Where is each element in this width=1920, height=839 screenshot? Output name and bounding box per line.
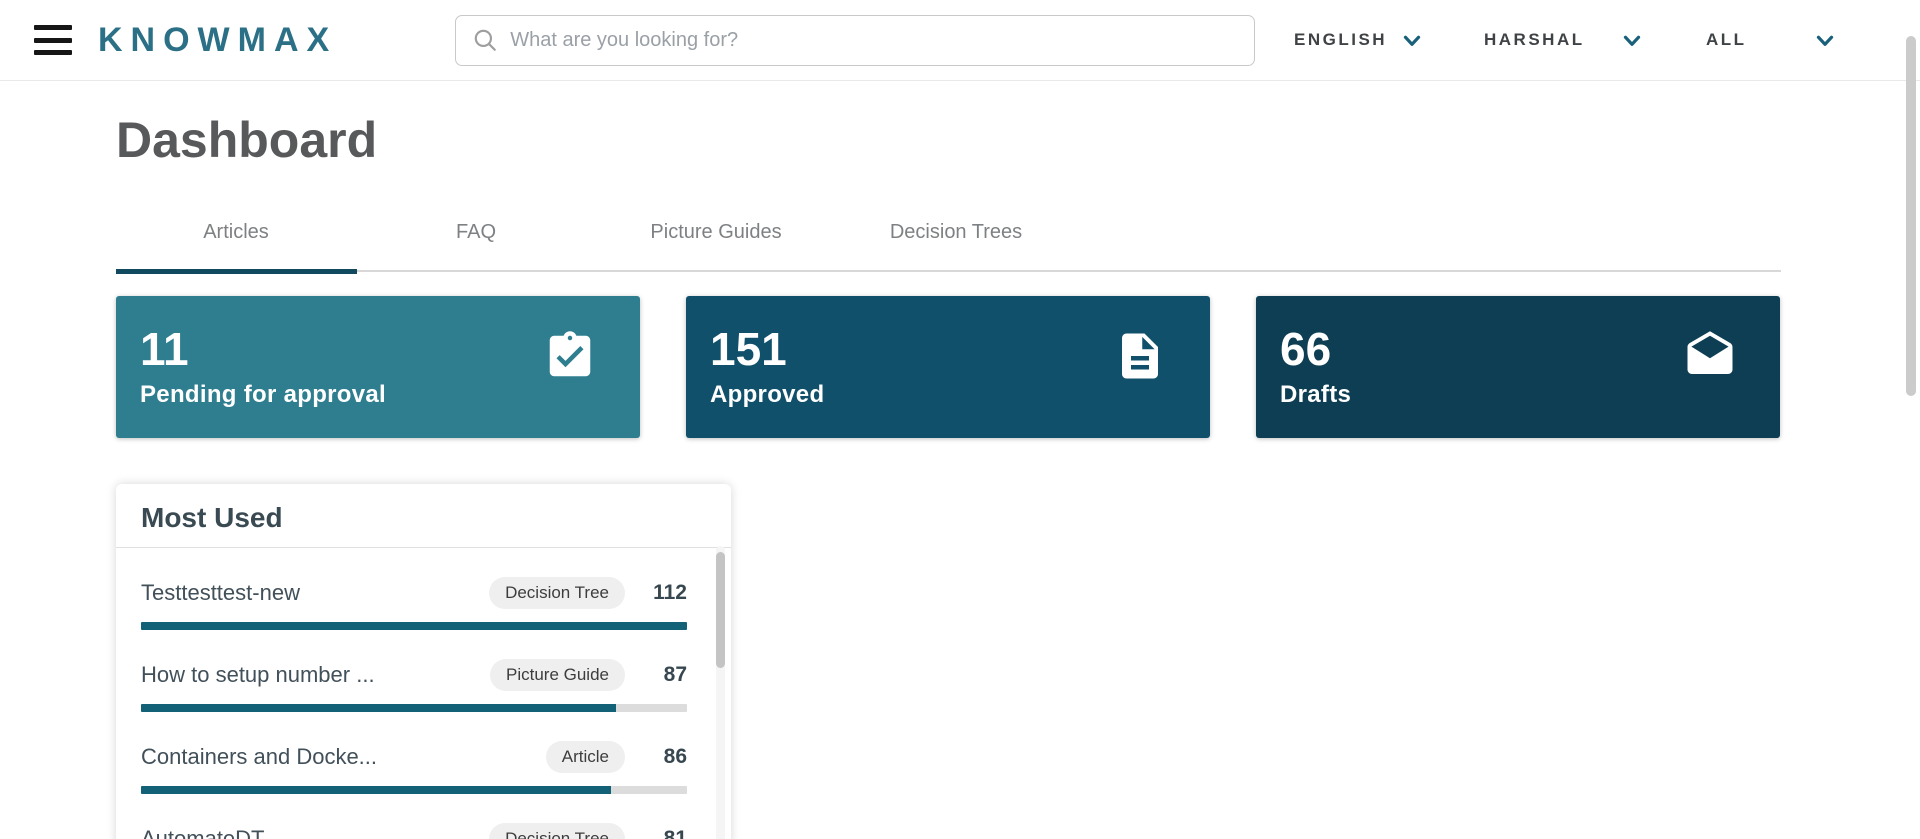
clipboard-check-icon <box>543 329 597 388</box>
user-dropdown-label: HARSHAL <box>1484 30 1585 50</box>
chevron-down-icon <box>1812 27 1838 53</box>
page-title: Dashboard <box>116 108 1781 172</box>
usage-count: 87 <box>639 663 687 687</box>
language-dropdown[interactable]: ENGLISH <box>1294 27 1425 53</box>
page-scrollbar[interactable] <box>1906 36 1916 396</box>
filter-dropdown-label: ALL <box>1706 30 1747 50</box>
language-dropdown-label: ENGLISH <box>1294 30 1387 50</box>
chevron-down-icon <box>1399 27 1425 53</box>
item-title: Containers and Docke... <box>141 744 546 770</box>
item-title: Testtesttest-new <box>141 580 489 606</box>
user-dropdown[interactable]: HARSHAL <box>1484 27 1645 53</box>
hamburger-menu-icon[interactable] <box>34 25 72 55</box>
item-title: How to setup number ... <box>141 662 490 688</box>
usage-progress-track <box>141 622 687 630</box>
usage-progress-fill <box>141 622 687 630</box>
knowmax-logo: KNOWMAX <box>98 21 337 60</box>
usage-progress-fill <box>141 704 616 712</box>
most-used-panel: Most Used Testtesttest-new Decision Tree… <box>116 484 731 839</box>
active-tab-indicator <box>116 269 357 274</box>
approved-card[interactable]: 151 Approved <box>686 296 1210 438</box>
tab-picture-guides[interactable]: Picture Guides <box>596 220 836 270</box>
list-item[interactable]: Containers and Docke... Article 86 <box>141 712 687 794</box>
tab-decision-trees[interactable]: Decision Trees <box>836 220 1076 270</box>
envelope-open-icon <box>1683 329 1737 388</box>
document-icon <box>1113 329 1167 388</box>
panel-scrollbar-thumb[interactable] <box>716 552 725 668</box>
most-used-title: Most Used <box>116 484 731 547</box>
header-controls: ENGLISH HARSHAL ALL <box>1294 27 1838 53</box>
item-title: AutomateDT <box>141 826 489 839</box>
search-input[interactable] <box>510 29 1238 52</box>
approved-label: Approved <box>710 380 824 410</box>
usage-progress-fill <box>141 786 611 794</box>
top-bar: KNOWMAX ENGLISH HARSHAL ALL <box>0 0 1920 81</box>
filter-dropdown[interactable]: ALL <box>1706 27 1838 53</box>
list-item[interactable]: AutomateDT Decision Tree 81 <box>141 794 687 839</box>
drafts-label: Drafts <box>1280 380 1351 410</box>
search-icon <box>472 27 498 53</box>
pending-approval-card[interactable]: 11 Pending for approval <box>116 296 640 438</box>
usage-count: 112 <box>639 581 687 605</box>
tab-divider <box>116 270 1781 272</box>
list-item[interactable]: Testtesttest-new Decision Tree 112 <box>141 548 687 630</box>
pending-count: 11 <box>140 325 386 373</box>
content-type-badge: Decision Tree <box>489 823 625 839</box>
stats-row: 11 Pending for approval 151 Approved <box>116 296 1781 438</box>
usage-progress-track <box>141 704 687 712</box>
tab-articles[interactable]: Articles <box>116 220 356 270</box>
content-type-badge: Picture Guide <box>490 659 625 691</box>
most-used-list: Testtesttest-new Decision Tree 112 How t… <box>116 548 731 839</box>
drafts-count: 66 <box>1280 325 1351 373</box>
usage-count: 86 <box>639 745 687 769</box>
content-type-badge: Decision Tree <box>489 577 625 609</box>
content-type-tabs: Articles FAQ Picture Guides Decision Tre… <box>116 220 1781 272</box>
chevron-down-icon <box>1619 27 1645 53</box>
content-type-badge: Article <box>546 741 625 773</box>
pending-label: Pending for approval <box>140 380 386 410</box>
drafts-card[interactable]: 66 Drafts <box>1256 296 1780 438</box>
list-item[interactable]: How to setup number ... Picture Guide 87 <box>141 630 687 712</box>
usage-count: 81 <box>639 827 687 839</box>
tab-faq[interactable]: FAQ <box>356 220 596 270</box>
approved-count: 151 <box>710 325 824 373</box>
usage-progress-track <box>141 786 687 794</box>
search-box[interactable] <box>455 15 1255 66</box>
main-content: Dashboard Articles FAQ Picture Guides De… <box>0 108 1920 839</box>
